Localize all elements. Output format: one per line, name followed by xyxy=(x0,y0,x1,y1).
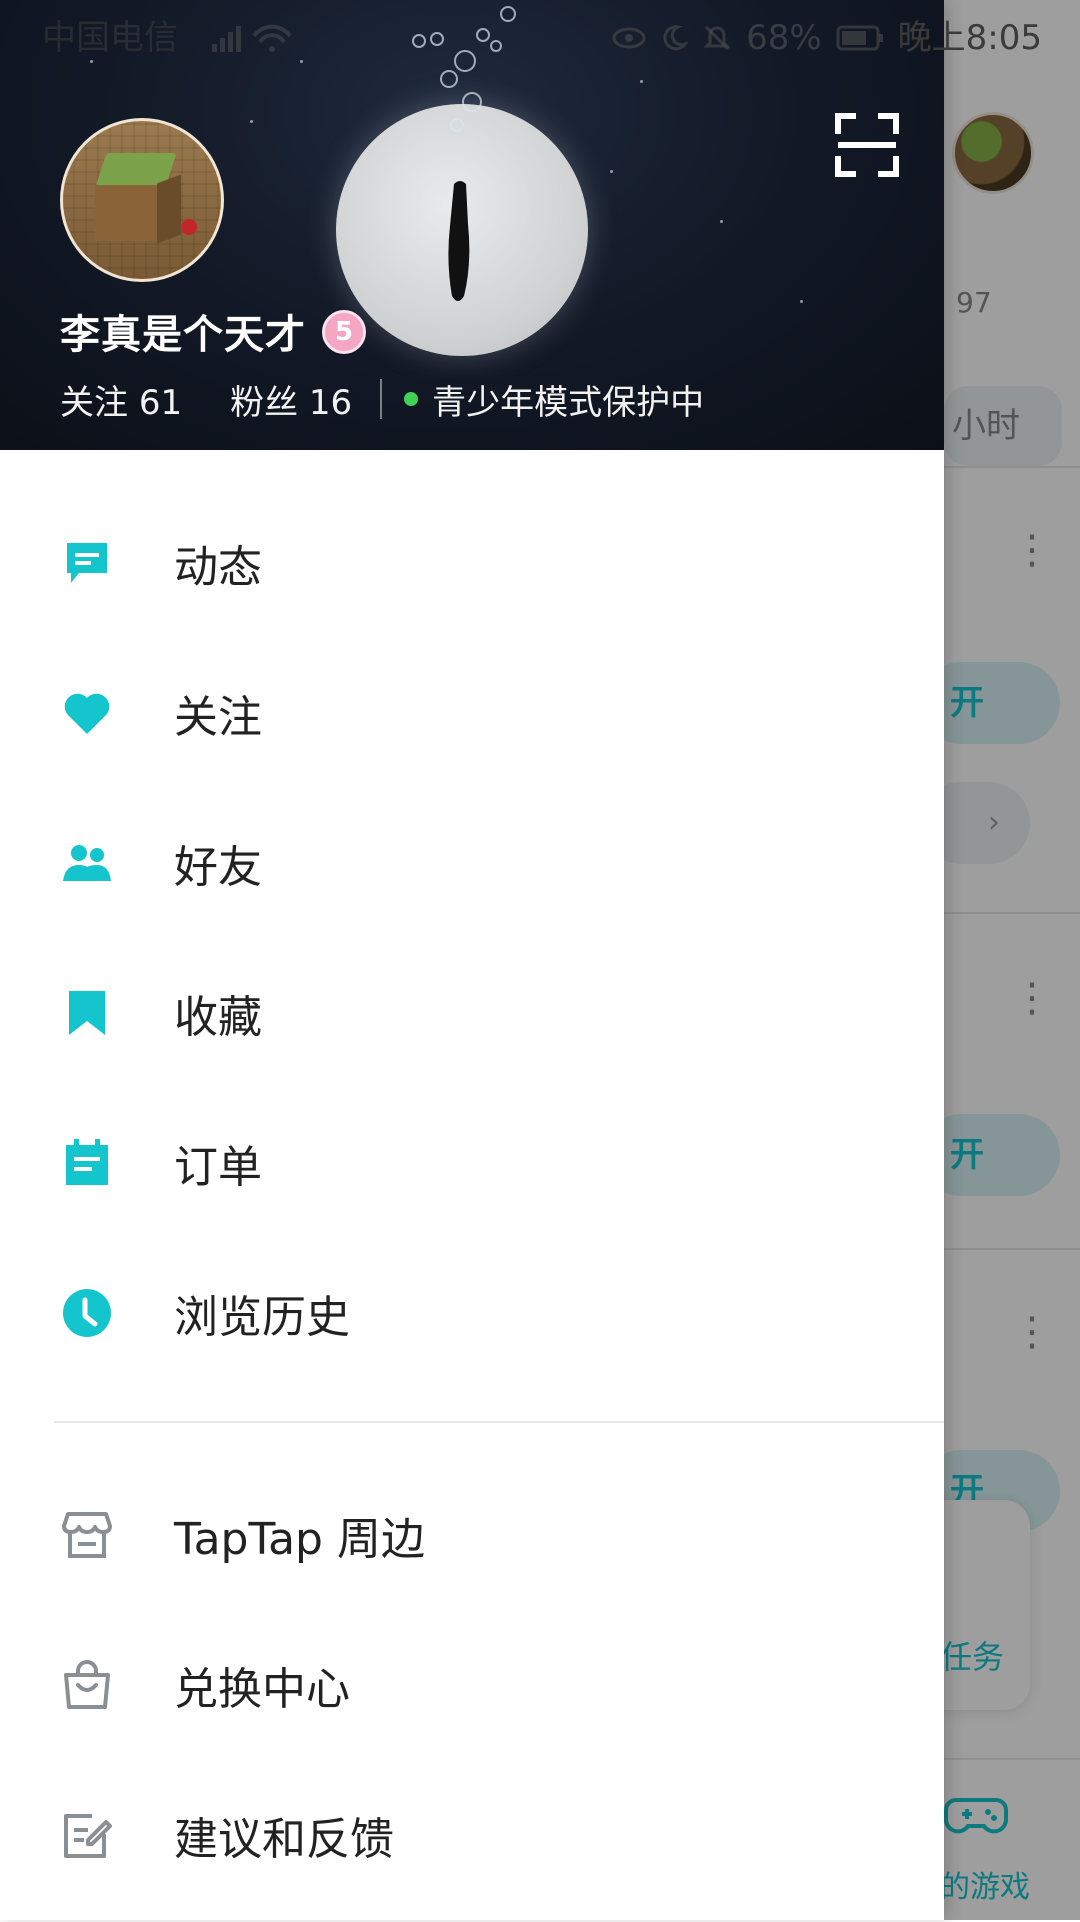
menu-item-moments[interactable]: 动态 xyxy=(0,488,944,638)
followers-count: 16 xyxy=(308,382,353,423)
mute-bell-icon xyxy=(703,25,731,51)
scan-icon xyxy=(835,113,899,177)
menu-item-follow[interactable]: 关注 xyxy=(0,638,944,788)
menu-item-orders[interactable]: 订单 xyxy=(0,1088,944,1238)
menu-item-label: 关注 xyxy=(174,692,262,743)
menu-item-label: 浏览历史 xyxy=(174,1292,350,1343)
username[interactable]: 李真是个天才 xyxy=(60,302,306,360)
battery-icon xyxy=(836,25,883,51)
moon-icon xyxy=(663,25,689,51)
following-stat[interactable]: 关注 61 xyxy=(60,375,182,424)
following-count: 61 xyxy=(138,382,183,423)
menu-item-label: 好友 xyxy=(174,842,262,893)
level-badge: 5 xyxy=(322,310,366,354)
following-label: 关注 xyxy=(60,382,128,423)
menu-item-redeem-center[interactable]: 兑换中心 xyxy=(0,1610,944,1760)
menu-item-label: TapTap 周边 xyxy=(174,1514,425,1565)
menu-item-taptap-merch[interactable]: TapTap 周边 xyxy=(0,1460,944,1610)
menu-divider xyxy=(54,1421,944,1423)
stats-divider xyxy=(380,379,383,419)
followers-label: 粉丝 xyxy=(230,382,299,423)
menu-item-history[interactable]: 浏览历史 xyxy=(0,1238,944,1388)
heart-icon xyxy=(60,686,114,740)
menu-item-feedback[interactable]: 建议和反馈 xyxy=(0,1760,944,1910)
status-bar: 中国电信 68% 晚上8:05 xyxy=(0,0,1080,76)
feedback-icon xyxy=(60,1808,114,1862)
menu-item-label: 收藏 xyxy=(174,992,262,1043)
teen-mode-status-dot xyxy=(404,392,419,406)
shopping-bag-icon xyxy=(60,1658,114,1712)
bookmark-icon xyxy=(60,986,114,1040)
followers-stat[interactable]: 粉丝 16 xyxy=(230,375,352,424)
message-icon xyxy=(60,536,114,590)
scan-button[interactable] xyxy=(834,112,900,178)
carrier-name: 中国电信 xyxy=(42,18,178,58)
menu-item-favorites[interactable]: 收藏 xyxy=(0,938,944,1088)
diver-silhouette xyxy=(448,181,470,301)
menu-item-label: 动态 xyxy=(174,542,262,593)
clock-time: 晚上8:05 xyxy=(897,18,1042,58)
eye-icon xyxy=(612,27,646,49)
store-icon xyxy=(60,1508,114,1562)
user-avatar[interactable] xyxy=(60,118,224,282)
menu-item-label: 建议和反馈 xyxy=(174,1814,394,1865)
status-right-group: 68% 晚上8:05 xyxy=(612,0,1042,76)
friends-icon xyxy=(60,836,114,890)
navigation-drawer: 李真是个天才 5 关注 61 粉丝 16 青少年模式保护中 动态 关注 好友 收… xyxy=(0,0,944,1920)
battery-percentage: 68% xyxy=(746,18,822,58)
teen-mode-status[interactable]: 青少年模式保护中 xyxy=(432,375,704,424)
order-icon xyxy=(60,1136,114,1190)
menu-item-friends[interactable]: 好友 xyxy=(0,788,944,938)
profile-stats: 关注 61 粉丝 16 青少年模式保护中 xyxy=(60,375,704,424)
clock-icon xyxy=(60,1286,114,1340)
menu-item-label: 订单 xyxy=(174,1142,262,1193)
moon-illustration xyxy=(336,104,588,356)
signal-wifi-icon xyxy=(212,24,292,52)
menu-item-label: 兑换中心 xyxy=(174,1664,350,1715)
